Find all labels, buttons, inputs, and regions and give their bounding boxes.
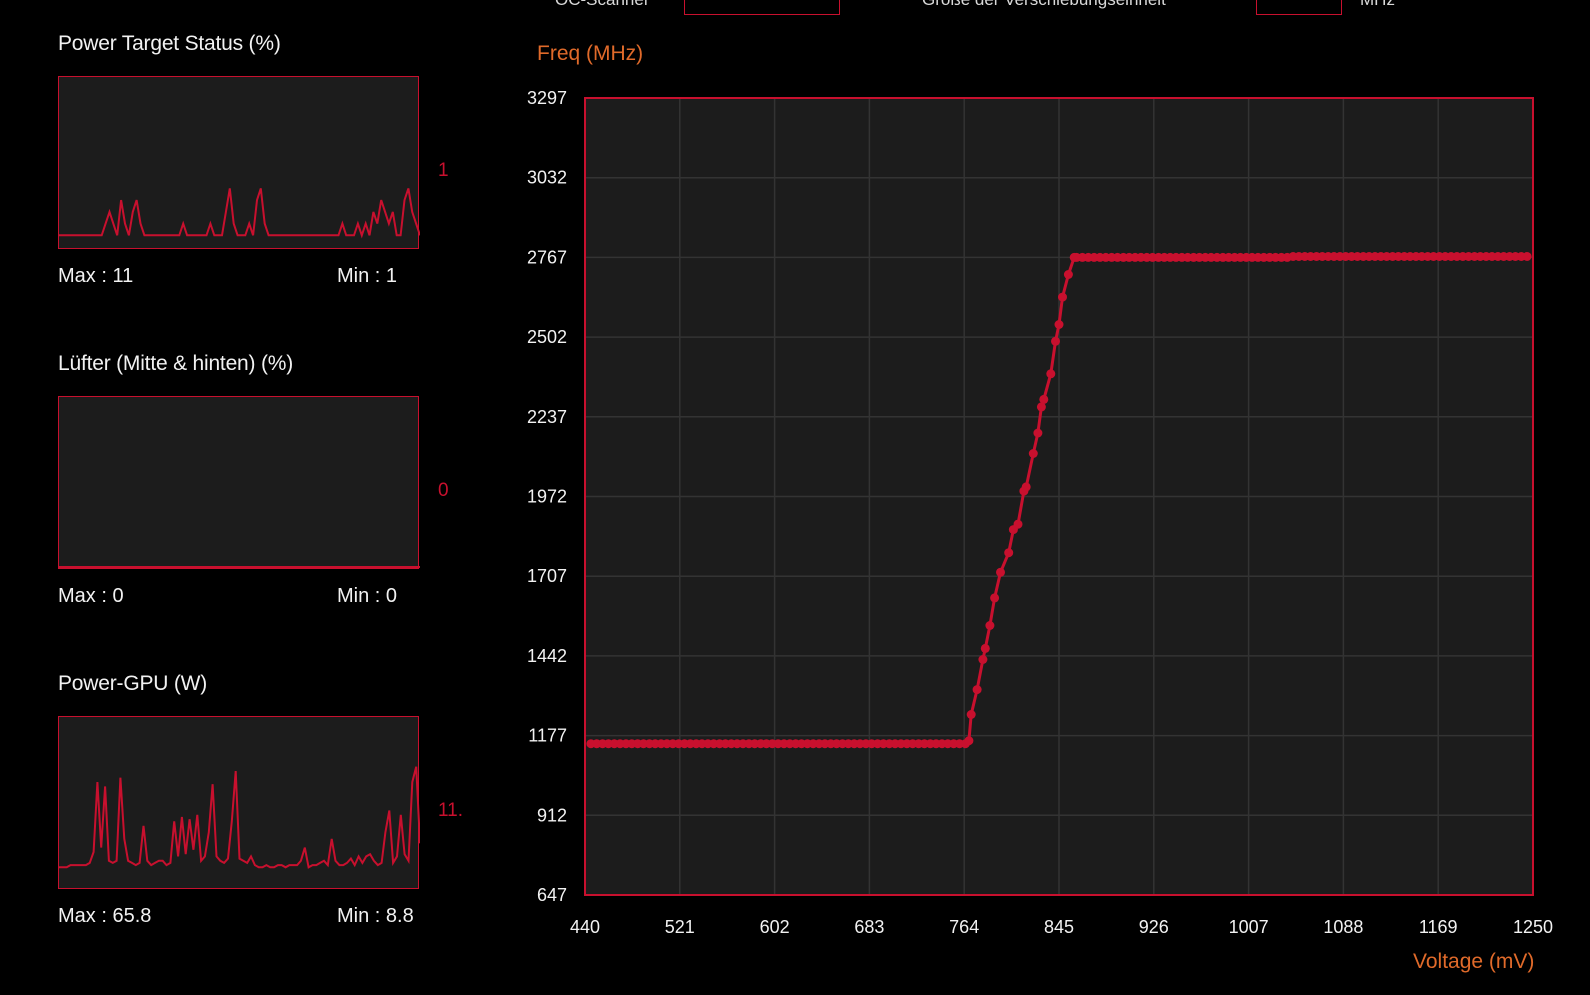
x-tick-label: 1088 (1323, 917, 1363, 937)
y-tick-label: 2502 (527, 327, 567, 347)
y-tick-label: 3032 (527, 168, 567, 188)
y-tick-label: 647 (537, 885, 567, 905)
x-tick-label: 1007 (1229, 917, 1269, 937)
x-tick-label: 1250 (1513, 917, 1553, 937)
x-tick-label: 764 (949, 917, 979, 937)
vf-curve-point[interactable] (996, 567, 1005, 577)
y-tick-label: 3297 (527, 88, 567, 108)
vf-curve-point[interactable] (990, 593, 1000, 603)
vf-curve-point[interactable] (1028, 449, 1038, 458)
y-tick-label: 1442 (527, 646, 567, 666)
vf-curve-point[interactable] (985, 621, 995, 630)
vf-curve-point[interactable] (1522, 252, 1532, 261)
y-tick-label: 1177 (528, 726, 567, 746)
x-tick-label: 845 (1044, 917, 1074, 937)
vf-curve-point[interactable] (964, 736, 974, 746)
vf-curve-point[interactable] (1054, 320, 1064, 329)
y-tick-label: 2767 (527, 247, 567, 267)
vf-curve-point[interactable] (966, 710, 976, 719)
vf-curve-point[interactable] (980, 643, 990, 653)
vf-curve-point[interactable] (1051, 336, 1060, 346)
y-tick-label: 1972 (527, 487, 567, 507)
y-tick-label: 1707 (527, 566, 567, 586)
vf-curve-point[interactable] (1013, 519, 1023, 529)
x-tick-label: 521 (665, 917, 695, 937)
vf-curve-point[interactable] (1021, 482, 1031, 492)
vf-curve-chart[interactable]: 440 521 602 683 764 845 926 1007 1088 1169 1250 329… (0, 0, 1590, 995)
vf-curve-point[interactable] (972, 685, 982, 695)
vf-curve-point[interactable] (1039, 394, 1049, 404)
vf-curve-point[interactable] (1004, 548, 1014, 558)
x-tick-label: 440 (570, 917, 600, 937)
y-tick-label: 912 (537, 805, 567, 825)
vf-curve-point[interactable] (1063, 270, 1073, 279)
vf-curve-point[interactable] (1058, 292, 1067, 302)
x-tick-label: 683 (854, 917, 884, 937)
vf-curve-point[interactable] (1033, 428, 1043, 438)
x-tick-label: 926 (1139, 917, 1169, 937)
y-tick-label: 2237 (527, 407, 567, 427)
vf-curve-point[interactable] (1046, 369, 1056, 379)
vf-curve-point[interactable] (978, 655, 988, 664)
x-tick-label: 1169 (1419, 917, 1458, 937)
x-tick-label: 602 (760, 917, 790, 937)
